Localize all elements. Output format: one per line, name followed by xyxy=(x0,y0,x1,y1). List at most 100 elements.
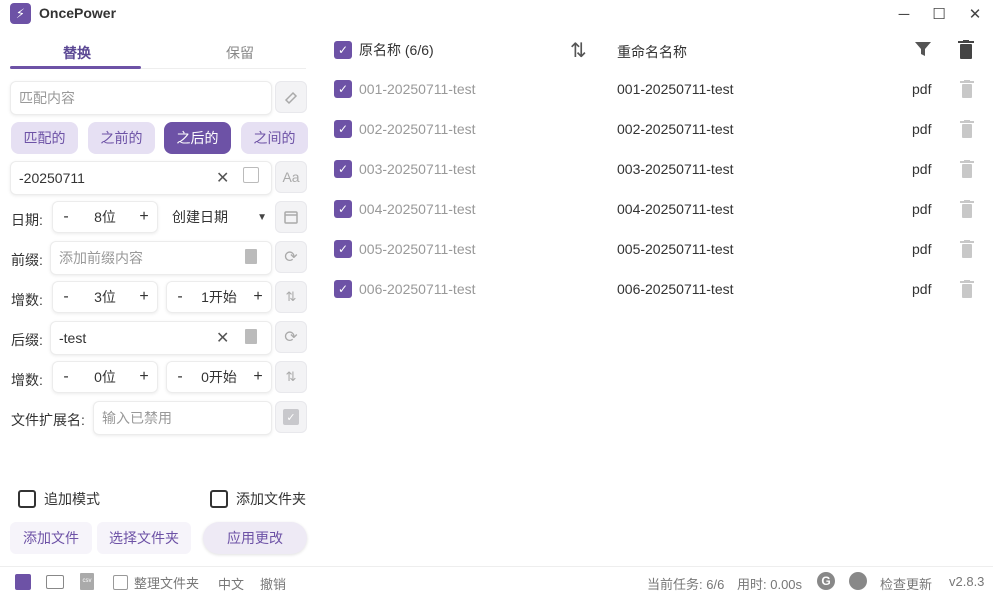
tab-keep[interactable]: 保留 xyxy=(175,38,305,68)
calendar-icon[interactable] xyxy=(243,167,259,183)
suffix-label: 后缀: xyxy=(11,332,43,348)
original-name: 006-20250711-test xyxy=(359,281,476,297)
date-type-select[interactable]: 创建日期 ▼ xyxy=(172,201,267,233)
prefix-label: 前缀: xyxy=(11,252,43,268)
tab-active-indicator xyxy=(10,66,141,69)
clear-icon[interactable]: ✕ xyxy=(216,328,229,348)
delete-row-icon[interactable] xyxy=(960,280,974,298)
add-files-button[interactable]: 添加文件 xyxy=(10,522,92,554)
table-row[interactable]: ✓ 004-20250711-test 004-20250711-test pdf xyxy=(332,189,982,229)
plus-icon[interactable]: + xyxy=(137,288,151,306)
plus-icon[interactable]: + xyxy=(137,368,151,386)
mode-label: 之间的 xyxy=(253,130,296,146)
increment-start-stepper[interactable]: - 1开始 + xyxy=(166,281,272,313)
file-icon[interactable] xyxy=(245,249,257,264)
row-checkbox[interactable]: ✓ xyxy=(334,200,352,218)
minus-icon[interactable]: - xyxy=(173,368,187,386)
swap-icon[interactable]: ⇅ xyxy=(275,281,307,313)
date-calendar-icon[interactable] xyxy=(275,201,307,233)
suffix-input[interactable]: -test xyxy=(50,321,272,355)
add-folder-option[interactable]: 添加文件夹 xyxy=(210,489,306,509)
mode-after-button[interactable]: 之后的 xyxy=(164,122,231,154)
append-mode-option[interactable]: 追加模式 xyxy=(18,489,100,509)
check-update-button[interactable]: 检查更新 xyxy=(880,574,932,593)
tab-replace[interactable]: 替换 xyxy=(12,38,142,68)
mode-match-button[interactable]: 匹配的 xyxy=(11,122,78,154)
table-row[interactable]: ✓ 002-20250711-test 002-20250711-test pdf xyxy=(332,109,982,149)
increment-digits-stepper[interactable]: - 3位 + xyxy=(52,281,158,313)
append-mode-checkbox[interactable] xyxy=(18,490,36,508)
delete-row-icon[interactable] xyxy=(960,240,974,258)
table-row[interactable]: ✓ 003-20250711-test 003-20250711-test pdf xyxy=(332,149,982,189)
csv-icon[interactable]: csv xyxy=(80,573,94,590)
table-row[interactable]: ✓ 001-20250711-test 001-20250711-test pdf xyxy=(332,69,982,109)
table-row[interactable]: ✓ 006-20250711-test 006-20250711-test pdf xyxy=(332,269,982,309)
undo-button[interactable]: 撤销 xyxy=(260,574,286,593)
maximize-button[interactable]: ☐ xyxy=(930,5,948,23)
app-title: OncePower xyxy=(39,5,117,21)
row-checkbox[interactable]: ✓ xyxy=(334,240,352,258)
sort-icon[interactable]: ⇅ xyxy=(570,38,587,63)
close-button[interactable]: ✕ xyxy=(966,5,984,23)
check-icon[interactable]: ✓ xyxy=(275,401,307,433)
select-all-checkbox[interactable]: ✓ xyxy=(334,41,352,59)
add-folder-label: 添加文件夹 xyxy=(236,491,306,507)
date-digits-stepper[interactable]: - 8位 + xyxy=(52,201,158,233)
minus-icon[interactable]: - xyxy=(59,368,73,386)
apply-button[interactable]: 应用更改 xyxy=(203,522,307,554)
filter-icon[interactable] xyxy=(914,40,932,63)
github-icon[interactable] xyxy=(849,572,867,590)
row-checkbox[interactable]: ✓ xyxy=(334,120,352,138)
minimize-button[interactable]: ─ xyxy=(895,5,913,23)
replace-input[interactable]: -20250711 xyxy=(10,161,272,195)
mode-label: 之后的 xyxy=(176,130,219,146)
organize-folder-option[interactable]: 整理文件夹 xyxy=(113,573,199,592)
minus-icon[interactable]: - xyxy=(59,288,73,306)
organize-checkbox[interactable] xyxy=(113,575,128,590)
select-folder-button[interactable]: 选择文件夹 xyxy=(97,522,191,554)
eraser-icon[interactable] xyxy=(275,81,307,113)
delete-row-icon[interactable] xyxy=(960,120,974,138)
delete-row-icon[interactable] xyxy=(960,160,974,178)
select-all[interactable]: ✓ 原名称 (6/6) xyxy=(334,40,434,60)
plus-icon[interactable]: + xyxy=(251,368,265,386)
mode-before-button[interactable]: 之前的 xyxy=(88,122,155,154)
prefix-input[interactable]: 添加前缀内容 xyxy=(50,241,272,275)
match-input[interactable]: 匹配内容 xyxy=(10,81,272,115)
row-checkbox[interactable]: ✓ xyxy=(334,80,352,98)
plus-icon[interactable]: + xyxy=(137,208,151,226)
tab-replace-label: 替换 xyxy=(63,45,91,61)
date-digits-value: 8位 xyxy=(94,209,116,225)
language-button[interactable]: 中文 xyxy=(218,574,244,593)
row-checkbox[interactable]: ✓ xyxy=(334,280,352,298)
replace-value: -20250711 xyxy=(19,170,85,186)
extension-input[interactable]: 输入已禁用 xyxy=(93,401,272,435)
table-row[interactable]: ✓ 005-20250711-test 005-20250711-test pdf xyxy=(332,229,982,269)
refresh-icon[interactable]: ⟳ xyxy=(275,321,307,353)
minus-icon[interactable]: - xyxy=(59,208,73,226)
swap-icon[interactable]: ⇅ xyxy=(275,361,307,393)
image-icon[interactable] xyxy=(46,575,64,589)
gitee-icon[interactable]: G xyxy=(817,572,835,590)
extension: pdf xyxy=(912,281,932,297)
status-bar: csv 整理文件夹 中文 撤销 当前任务: 6/6 用时: 0.00s G 检查… xyxy=(0,566,993,598)
increment-start-stepper[interactable]: - 0开始 + xyxy=(166,361,272,393)
delete-all-icon[interactable] xyxy=(958,40,974,64)
minus-icon[interactable]: - xyxy=(173,288,187,306)
orig-name-header: 原名称 (6/6) xyxy=(359,42,434,58)
row-checkbox[interactable]: ✓ xyxy=(334,160,352,178)
case-icon[interactable]: Aa xyxy=(275,161,307,193)
save-icon[interactable] xyxy=(15,574,31,590)
title-bar: ⚡ OncePower ─ ☐ ✕ xyxy=(0,0,993,28)
delete-row-icon[interactable] xyxy=(960,200,974,218)
new-name: 001-20250711-test xyxy=(617,81,734,97)
add-folder-checkbox[interactable] xyxy=(210,490,228,508)
refresh-icon[interactable]: ⟳ xyxy=(275,241,307,273)
file-icon[interactable] xyxy=(245,329,257,344)
delete-row-icon[interactable] xyxy=(960,80,974,98)
mode-between-button[interactable]: 之间的 xyxy=(241,122,308,154)
plus-icon[interactable]: + xyxy=(251,288,265,306)
increment-digits-stepper[interactable]: - 0位 + xyxy=(52,361,158,393)
time-status: 用时: 0.00s xyxy=(737,577,803,592)
clear-icon[interactable]: ✕ xyxy=(216,168,229,188)
